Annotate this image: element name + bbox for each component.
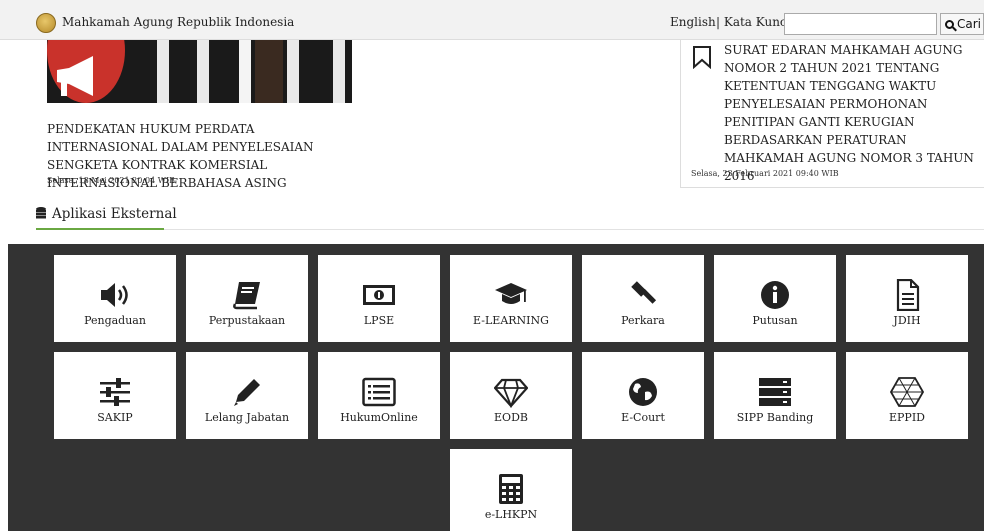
graduation-cap-icon xyxy=(495,283,527,304)
app-tile-pengaduan[interactable]: Pengaduan xyxy=(54,255,176,342)
database-icon xyxy=(36,207,46,219)
language-link[interactable]: English xyxy=(670,15,716,29)
app-tile-jdih[interactable]: JDIH xyxy=(846,255,968,342)
section-heading: Aplikasi Eksternal xyxy=(36,206,177,222)
app-tile-e-lhkpn[interactable]: e-LHKPN xyxy=(450,449,572,531)
app-tile-sipp-banding[interactable]: SIPP Banding xyxy=(714,352,836,439)
news-date: Selasa, 23 Februari 2021 09:40 WIB xyxy=(691,169,839,178)
bookmark-icon xyxy=(693,46,711,69)
pencil-icon xyxy=(234,379,260,406)
top-bar: Mahkamah Agung Republik Indonesia Englis… xyxy=(0,0,984,40)
gavel-icon xyxy=(631,281,657,304)
keyword-label: | Kata Kunci xyxy=(716,15,791,29)
info-icon xyxy=(761,281,789,309)
divider xyxy=(164,229,984,230)
search-icon xyxy=(945,20,954,29)
site-title[interactable]: Mahkamah Agung Republik Indonesia xyxy=(62,15,294,29)
book-icon xyxy=(233,282,260,310)
network-icon xyxy=(890,377,924,407)
app-tile-lelang-jabatan[interactable]: Lelang Jabatan xyxy=(186,352,308,439)
app-tile-hukumonline[interactable]: HukumOnline xyxy=(318,352,440,439)
server-icon xyxy=(759,378,791,406)
megaphone-icon xyxy=(57,56,93,96)
logo-icon[interactable] xyxy=(36,13,56,33)
news-image[interactable] xyxy=(47,40,352,103)
app-tile-e-learning[interactable]: E-LEARNING xyxy=(450,255,572,342)
money-icon xyxy=(363,285,395,305)
app-tile-eodb[interactable]: EODB xyxy=(450,352,572,439)
app-tile-perpustakaan[interactable]: Perpustakaan xyxy=(186,255,308,342)
document-icon xyxy=(896,279,920,311)
news-title[interactable]: SURAT EDARAN MAHKAMAH AGUNG NOMOR 2 TAHU… xyxy=(724,41,979,185)
sliders-icon xyxy=(100,378,130,406)
app-tile-e-court[interactable]: E-Court xyxy=(582,352,704,439)
app-tile-lpse[interactable]: LPSE xyxy=(318,255,440,342)
search-button[interactable]: Cari xyxy=(940,13,984,35)
speaker-icon xyxy=(101,283,128,307)
app-tile-putusan[interactable]: Putusan xyxy=(714,255,836,342)
diamond-icon xyxy=(494,378,528,408)
search-input[interactable] xyxy=(784,13,937,35)
app-tile-eppid[interactable]: EPPID xyxy=(846,352,968,439)
list-icon xyxy=(362,377,396,407)
calculator-icon xyxy=(499,474,523,504)
news-date: Selasa, 18 Mei 2021 20:04 WIB xyxy=(47,176,176,185)
app-tile-sakip[interactable]: SAKIP xyxy=(54,352,176,439)
section-underline xyxy=(36,228,164,230)
app-tile-perkara[interactable]: Perkara xyxy=(582,255,704,342)
globe-icon xyxy=(629,378,657,406)
